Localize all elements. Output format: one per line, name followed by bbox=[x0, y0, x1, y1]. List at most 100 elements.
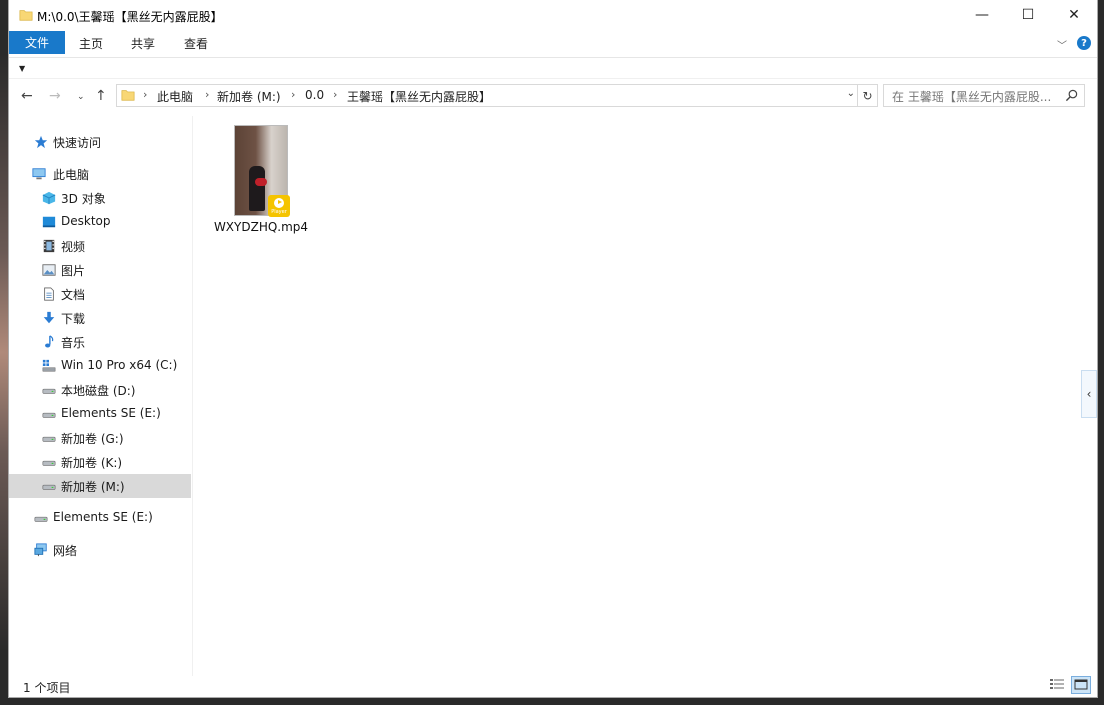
sidebar-item-documents[interactable]: 文档 bbox=[9, 282, 191, 306]
address-bar[interactable]: › 此电脑 › 新加卷 (M:) › 0.0 › 王馨瑶【黑丝无内露屁股】 ⌄ bbox=[116, 84, 858, 107]
help-icon[interactable]: ? bbox=[1077, 36, 1091, 50]
chevron-down-icon[interactable]: ﹀ bbox=[1057, 37, 1067, 52]
details-view-icon[interactable] bbox=[1049, 678, 1065, 692]
file-name: WXYDZHQ.mp4 bbox=[213, 220, 309, 234]
breadcrumb-this-pc[interactable]: 此电脑 bbox=[157, 88, 193, 105]
breadcrumb-separator[interactable]: › bbox=[291, 88, 295, 101]
search-input[interactable]: 在 王馨瑶【黑丝无内露屁股... bbox=[883, 84, 1085, 107]
sidebar-item-drive-c[interactable]: Win 10 Pro x64 (C:) bbox=[9, 354, 191, 378]
drive-icon bbox=[42, 484, 56, 490]
close-icon: ✕ bbox=[1068, 7, 1080, 23]
tab-view[interactable]: 查看 bbox=[184, 35, 208, 52]
tab-file[interactable]: 文件 bbox=[9, 31, 65, 54]
preview-pane-toggle[interactable]: ‹ bbox=[1081, 370, 1097, 418]
sidebar-item-drive-g[interactable]: 新加卷 (G:) bbox=[9, 426, 191, 450]
quick-access-toolbar-dropdown[interactable]: ▼ bbox=[19, 64, 25, 73]
sidebar-item-label: 本地磁盘 (D:) bbox=[61, 384, 136, 398]
pane-divider[interactable] bbox=[192, 116, 193, 676]
ribbon: 文件 主页 共享 查看 ﹀ ? bbox=[9, 31, 1097, 55]
sidebar-item-desktop[interactable]: Desktop bbox=[9, 210, 191, 234]
sidebar-item-label: 视频 bbox=[61, 240, 86, 254]
sidebar-item-label: 音乐 bbox=[61, 336, 86, 350]
breadcrumb-folder-0-0[interactable]: 0.0 bbox=[305, 88, 324, 102]
play-icon bbox=[274, 197, 284, 208]
window-title: M:\0.0\王馨瑶【黑丝无内露屁股】 bbox=[37, 10, 223, 24]
file-item[interactable]: Player WXYDZHQ.mp4 bbox=[211, 122, 311, 240]
sidebar-item-videos[interactable]: 视频 bbox=[9, 234, 191, 258]
thumbnail-figure bbox=[249, 166, 265, 211]
drive-icon bbox=[34, 516, 48, 522]
breadcrumb-drive-m[interactable]: 新加卷 (M:) bbox=[217, 88, 281, 105]
player-badge-icon: Player bbox=[268, 195, 290, 217]
maximize-button[interactable]: ☐ bbox=[1005, 0, 1051, 30]
sidebar-item-label: 图片 bbox=[61, 264, 86, 278]
video-icon bbox=[43, 239, 55, 253]
back-button[interactable]: ← bbox=[21, 88, 33, 104]
cube-icon bbox=[42, 191, 56, 205]
sidebar-item-label: Desktop bbox=[61, 214, 111, 228]
chevron-left-icon: ‹ bbox=[1086, 387, 1092, 401]
tab-home[interactable]: 主页 bbox=[79, 35, 103, 52]
sidebar-item-label: 3D 对象 bbox=[61, 192, 106, 206]
item-count: 1 个项目 bbox=[23, 681, 71, 695]
toolbar-divider bbox=[9, 78, 1097, 79]
sidebar-item-quick-access[interactable]: 快速访问 bbox=[9, 130, 191, 154]
drive-icon bbox=[42, 412, 56, 418]
desktop-icon bbox=[42, 216, 56, 228]
sidebar-item-3d-objects[interactable]: 3D 对象 bbox=[9, 186, 191, 210]
picture-icon bbox=[42, 264, 56, 276]
sidebar-item-network[interactable]: 网络 bbox=[9, 538, 191, 562]
sidebar-item-label: 文档 bbox=[61, 288, 86, 302]
sidebar-item-drive-k[interactable]: 新加卷 (K:) bbox=[9, 450, 191, 474]
drive-icon bbox=[42, 436, 56, 442]
close-button[interactable]: ✕ bbox=[1051, 0, 1097, 30]
star-icon bbox=[34, 135, 48, 149]
large-icons-view-icon bbox=[1074, 679, 1088, 690]
folder-icon bbox=[19, 10, 33, 21]
minimize-icon: — bbox=[975, 7, 989, 23]
computer-icon bbox=[32, 168, 46, 180]
sidebar-item-drive-d[interactable]: 本地磁盘 (D:) bbox=[9, 378, 191, 402]
network-icon bbox=[34, 543, 47, 557]
sidebar-item-drive-e[interactable]: Elements SE (E:) bbox=[9, 402, 191, 426]
sidebar-item-pictures[interactable]: 图片 bbox=[9, 258, 191, 282]
sidebar-item-label: Win 10 Pro x64 (C:) bbox=[61, 358, 178, 372]
sidebar-item-downloads[interactable]: 下载 bbox=[9, 306, 191, 330]
up-button[interactable]: ↑ bbox=[95, 88, 107, 104]
tab-share[interactable]: 共享 bbox=[131, 35, 155, 52]
sidebar-item-label: 新加卷 (G:) bbox=[61, 432, 124, 446]
drive-icon bbox=[42, 388, 56, 394]
minimize-button[interactable]: — bbox=[959, 0, 1005, 30]
sidebar-item-label: 下载 bbox=[61, 312, 86, 326]
breadcrumb-separator[interactable]: › bbox=[333, 88, 337, 101]
sidebar-item-label: Elements SE (E:) bbox=[53, 510, 153, 524]
refresh-button[interactable]: ↻ bbox=[858, 84, 878, 107]
folder-icon bbox=[121, 90, 135, 101]
file-explorer-window: M:\0.0\王馨瑶【黑丝无内露屁股】 — ☐ ✕ 文件 主页 共享 查看 ﹀ … bbox=[8, 0, 1098, 698]
player-badge-label: Player bbox=[271, 208, 287, 215]
breadcrumb-current-folder[interactable]: 王馨瑶【黑丝无内露屁股】 bbox=[347, 88, 491, 105]
thumbnail-accent bbox=[255, 178, 267, 186]
maximize-icon: ☐ bbox=[1021, 7, 1035, 23]
title-bar[interactable]: M:\0.0\王馨瑶【黑丝无内露屁股】 — ☐ ✕ bbox=[9, 0, 1097, 31]
sidebar-item-label: 新加卷 (M:) bbox=[61, 480, 125, 494]
navigation-pane: 快速访问 此电脑 3D 对象 Desktop 视频 图片 文档 下载 音乐 Wi… bbox=[9, 120, 192, 675]
status-bar: 1 个项目 bbox=[9, 676, 1097, 696]
sidebar-item-elements-se[interactable]: Elements SE (E:) bbox=[9, 506, 191, 530]
breadcrumb-separator[interactable]: › bbox=[205, 88, 209, 101]
sidebar-item-label: 快速访问 bbox=[53, 136, 102, 150]
large-icons-view-button[interactable] bbox=[1071, 676, 1091, 694]
download-icon bbox=[43, 311, 55, 324]
chevron-down-icon[interactable]: ⌄ bbox=[847, 88, 855, 99]
sidebar-item-music[interactable]: 音乐 bbox=[9, 330, 191, 354]
sidebar-item-label: 此电脑 bbox=[53, 168, 90, 182]
sidebar-item-drive-m[interactable]: 新加卷 (M:) bbox=[9, 474, 191, 498]
sidebar-item-label: 网络 bbox=[53, 544, 78, 558]
sidebar-item-this-pc[interactable]: 此电脑 bbox=[9, 162, 191, 186]
refresh-icon: ↻ bbox=[862, 88, 873, 103]
drive-icon bbox=[42, 460, 56, 466]
search-placeholder: 在 王馨瑶【黑丝无内露屁股... bbox=[892, 90, 1052, 104]
breadcrumb-separator[interactable]: › bbox=[143, 88, 147, 101]
forward-button[interactable]: → bbox=[49, 88, 61, 104]
recent-locations-button[interactable]: ⌄ bbox=[77, 92, 85, 102]
